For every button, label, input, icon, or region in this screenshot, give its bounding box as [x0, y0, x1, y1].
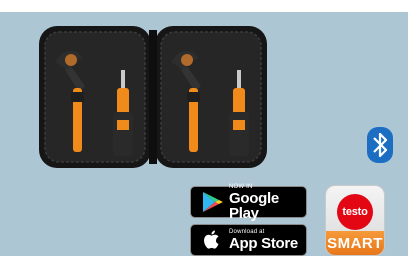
testo-smart-app-icon[interactable]: testo SMART	[325, 185, 385, 256]
google-play-icon	[203, 192, 223, 212]
apple-icon	[204, 230, 219, 249]
app-store-label: App Store	[229, 235, 298, 252]
promo-banner: NOW IN Google Play Download at App Store…	[0, 0, 415, 256]
google-play-label: Google Play	[229, 189, 279, 222]
probe-case-image	[39, 26, 267, 168]
google-play-caption: NOW IN	[229, 183, 253, 190]
app-store-badge[interactable]: Download at App Store	[190, 224, 307, 256]
testo-logo: testo	[337, 194, 373, 230]
app-icon-name: SMART	[327, 235, 383, 252]
bluetooth-icon	[367, 127, 393, 163]
google-play-badge[interactable]: NOW IN Google Play	[190, 183, 307, 222]
